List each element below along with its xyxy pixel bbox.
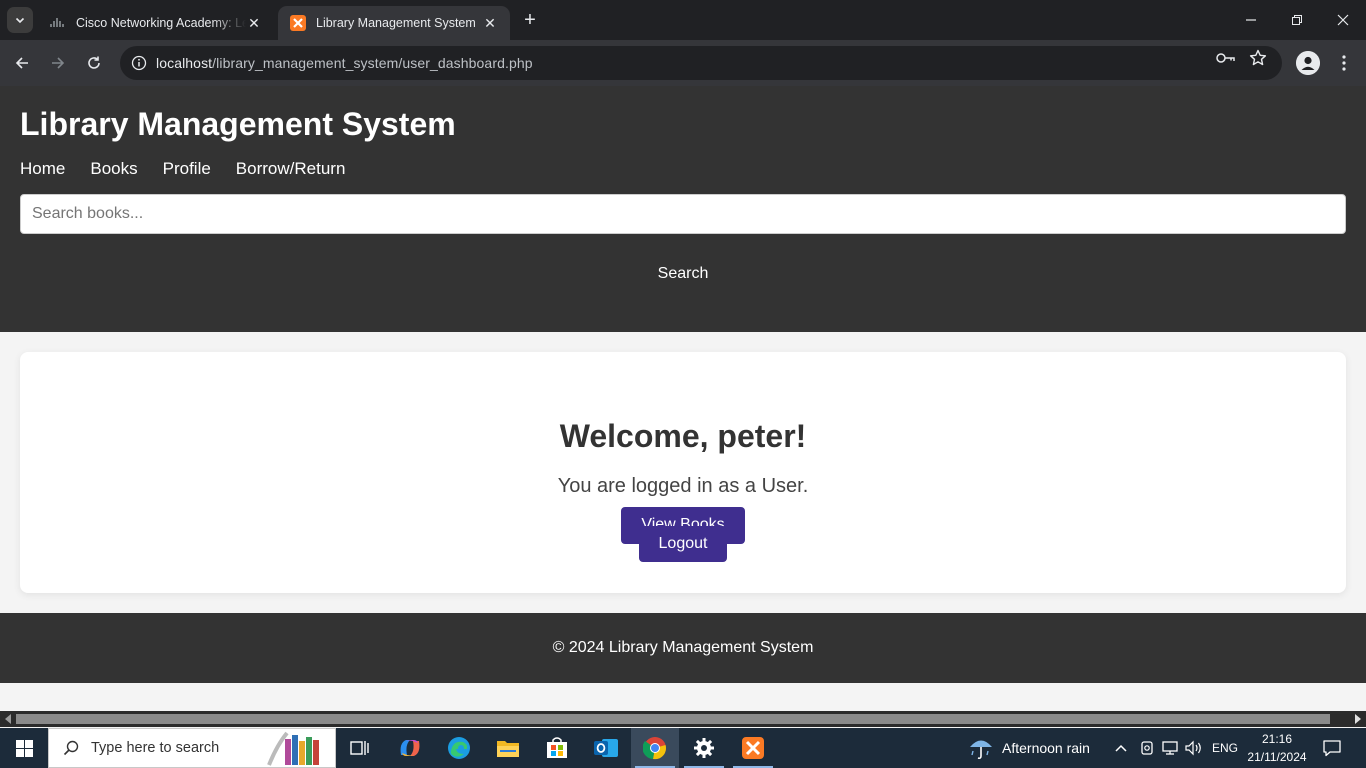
nav-link-books[interactable]: Books <box>90 159 137 179</box>
tab-title: Library Management System <box>316 16 476 30</box>
site-footer: © 2024 Library Management System <box>0 613 1366 683</box>
network-button[interactable] <box>1162 728 1180 768</box>
site-title: Library Management System <box>20 106 456 142</box>
camera-icon <box>1141 741 1153 755</box>
bookmark-star-icon[interactable] <box>1248 48 1268 68</box>
browser-tab-strip: Cisco Networking Academy: Learn ✕ Librar… <box>0 0 1366 40</box>
logout-button[interactable]: Logout <box>639 526 727 562</box>
scroll-right-arrow-icon[interactable] <box>1355 714 1361 724</box>
xampp-icon <box>742 737 764 759</box>
settings-taskbar-button[interactable] <box>680 728 728 768</box>
site-info-icon[interactable] <box>122 55 156 71</box>
task-view-button[interactable] <box>336 728 384 768</box>
close-icon <box>1337 14 1349 26</box>
browser-tab-cisco[interactable]: Cisco Networking Academy: Learn ✕ <box>38 6 274 40</box>
weather-widget[interactable]: Afternoon rain <box>968 728 1090 768</box>
meet-now-button[interactable] <box>1140 728 1154 768</box>
clock-time: 21:16 <box>1261 732 1293 746</box>
outlook-icon <box>594 739 618 757</box>
close-tab-icon[interactable]: ✕ <box>246 15 262 31</box>
outlook-taskbar-button[interactable] <box>582 728 630 768</box>
restore-icon <box>1292 15 1302 25</box>
reload-button[interactable] <box>79 48 109 78</box>
edge-taskbar-button[interactable] <box>435 728 483 768</box>
close-tab-icon[interactable]: ✕ <box>482 15 498 31</box>
taskbar-clock[interactable]: 21:16 21/11/2024 <box>1244 730 1310 766</box>
notifications-button[interactable] <box>1323 728 1341 768</box>
input-language-indicator[interactable]: ENG <box>1212 728 1238 768</box>
network-icon <box>1162 741 1178 755</box>
language-text: ENG <box>1212 741 1239 755</box>
site-nav: Home Books Profile Borrow/Return <box>20 159 370 179</box>
forward-button[interactable] <box>43 48 73 78</box>
url-path: /library_management_system/user_dashboar… <box>212 55 533 71</box>
browser-toolbar: localhost/library_management_system/user… <box>0 40 1366 86</box>
url-text: localhost/library_management_system/user… <box>156 55 533 71</box>
gear-icon <box>694 738 714 758</box>
nav-link-home[interactable]: Home <box>20 159 65 179</box>
restore-button[interactable] <box>1274 0 1320 40</box>
profile-avatar-icon[interactable] <box>1296 51 1320 75</box>
role-text: You are logged in as a User. <box>557 475 809 497</box>
nav-link-profile[interactable]: Profile <box>163 159 211 179</box>
horizontal-scrollbar[interactable] <box>0 711 1366 727</box>
windows-logo-icon <box>15 739 33 757</box>
site-header: Library Management System Home Books Pro… <box>0 86 1366 332</box>
password-key-icon[interactable] <box>1216 48 1236 68</box>
search-icon <box>63 740 79 756</box>
welcome-heading: Welcome, peter! <box>559 418 807 454</box>
folder-icon <box>497 741 519 757</box>
store-taskbar-button[interactable] <box>533 728 581 768</box>
chevron-up-icon <box>1115 744 1127 752</box>
minimize-button[interactable] <box>1228 0 1274 40</box>
copilot-icon <box>400 740 420 756</box>
nav-link-borrow-return[interactable]: Borrow/Return <box>236 159 346 179</box>
weather-text: Afternoon rain <box>1002 740 1090 756</box>
url-host: localhost <box>156 55 213 71</box>
page-viewport: Library Management System Home Books Pro… <box>0 86 1366 711</box>
cisco-favicon-icon <box>50 15 66 31</box>
clock-date: 21/11/2024 <box>1247 750 1307 764</box>
minimize-icon <box>1246 19 1256 21</box>
books-illustration-icon <box>267 731 319 766</box>
volume-icon <box>1185 740 1201 756</box>
store-icon <box>547 737 567 758</box>
copilot-taskbar-button[interactable] <box>386 728 434 768</box>
file-explorer-taskbar-button[interactable] <box>484 728 532 768</box>
browser-tab-library[interactable]: Library Management System ✕ <box>278 6 510 40</box>
new-tab-button[interactable]: + <box>518 8 542 32</box>
task-view-icon <box>350 741 369 755</box>
tab-search-button[interactable] <box>7 7 33 33</box>
tab-title: Cisco Networking Academy: Learn <box>76 16 246 30</box>
arrow-left-icon <box>15 57 28 69</box>
show-hidden-icons-button[interactable] <box>1114 728 1128 768</box>
dashboard-card: Welcome, peter! You are logged in as a U… <box>20 352 1346 593</box>
taskbar-search-box[interactable]: Type here to search <box>48 728 336 768</box>
address-bar[interactable]: localhost/library_management_system/user… <box>120 46 1282 80</box>
search-button[interactable]: Search <box>643 262 723 286</box>
browser-menu-button[interactable] <box>1332 51 1356 75</box>
chrome-taskbar-button[interactable] <box>631 728 679 768</box>
back-button[interactable] <box>7 48 37 78</box>
chevron-down-icon <box>15 17 25 24</box>
taskbar-search-placeholder: Type here to search <box>91 740 220 756</box>
close-window-button[interactable] <box>1320 0 1366 40</box>
start-button[interactable] <box>0 728 48 768</box>
chrome-icon <box>643 737 666 760</box>
xampp-favicon-icon <box>290 15 306 31</box>
arrow-right-icon <box>52 57 65 69</box>
rain-umbrella-icon <box>970 740 992 760</box>
footer-text: © 2024 Library Management System <box>552 639 814 656</box>
xampp-taskbar-button[interactable] <box>729 728 777 768</box>
volume-button[interactable] <box>1185 728 1203 768</box>
windows-taskbar: Type here to search Afternoon rain ENG 2… <box>0 728 1366 768</box>
book-search-input[interactable] <box>20 194 1346 234</box>
edge-icon <box>448 737 470 759</box>
more-vert-icon <box>1342 55 1346 71</box>
scroll-left-arrow-icon[interactable] <box>5 714 11 724</box>
scrollbar-thumb[interactable] <box>16 714 1330 724</box>
notification-icon <box>1323 740 1341 757</box>
reload-icon <box>88 56 100 69</box>
